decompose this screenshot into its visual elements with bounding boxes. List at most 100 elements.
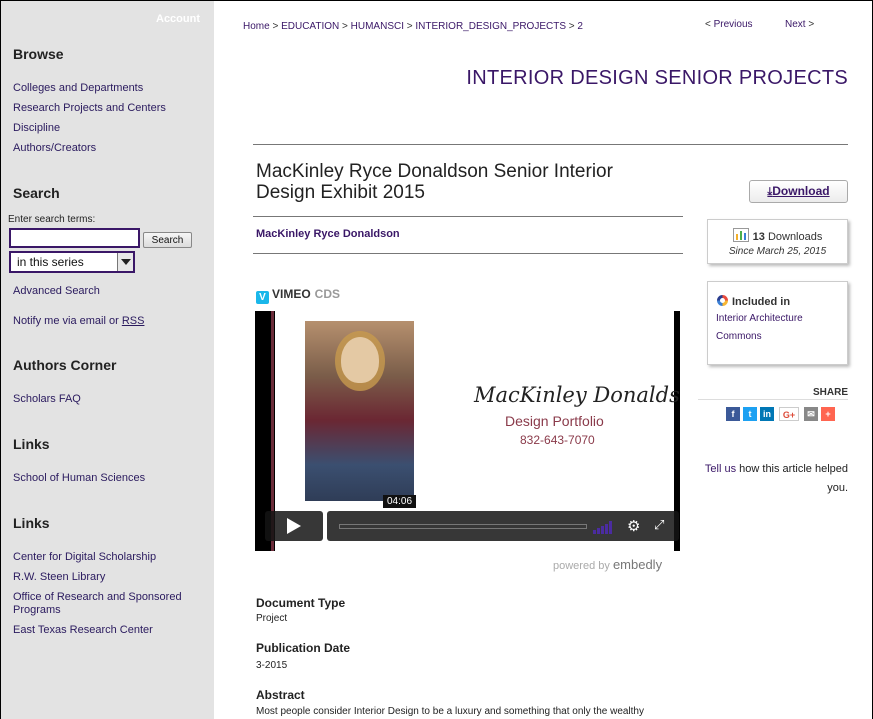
sidebar: Account Browse Colleges and Departments … bbox=[1, 1, 214, 719]
search-heading: Search bbox=[13, 185, 60, 201]
included-in-box: Included in Interior Architecture Common… bbox=[707, 281, 848, 365]
breadcrumb-home[interactable]: Home bbox=[243, 21, 270, 32]
vimeo-label: VIMEO bbox=[272, 287, 311, 301]
divider bbox=[253, 144, 848, 145]
card-phone: 832-643-7070 bbox=[520, 433, 595, 447]
next-link[interactable]: Next > bbox=[785, 19, 814, 30]
control-bar: 04:06 ⚙ ⤢ bbox=[327, 495, 679, 541]
breadcrumb-sep: > bbox=[406, 21, 413, 32]
browse-heading: Browse bbox=[13, 46, 64, 62]
sidebar-link-research[interactable]: Research Projects and Centers bbox=[13, 102, 166, 115]
doc-type-value: Project bbox=[256, 613, 288, 624]
search-scope-select[interactable]: in this series bbox=[9, 251, 135, 273]
more-share-icon[interactable]: + bbox=[821, 407, 835, 421]
previous-link[interactable]: < Previous bbox=[705, 19, 753, 30]
video-controls: 04:06 ⚙ ⤢ bbox=[265, 495, 679, 541]
next-label[interactable]: Next bbox=[785, 19, 806, 30]
downloads-word: Downloads bbox=[767, 231, 823, 243]
video-provider: V VIMEO CDS bbox=[256, 287, 340, 304]
bar-chart-icon bbox=[732, 228, 749, 242]
search-input[interactable] bbox=[9, 228, 140, 248]
commons-link[interactable]: Commons bbox=[716, 331, 762, 342]
search-label: Enter search terms: bbox=[8, 214, 96, 225]
previous-label[interactable]: Previous bbox=[714, 19, 753, 30]
interior-architecture-link[interactable]: Interior Architecture bbox=[716, 313, 803, 324]
downloads-count[interactable]: 13 Downloads bbox=[708, 228, 847, 243]
breadcrumb-education[interactable]: EDUCATION bbox=[281, 21, 339, 32]
twitter-icon[interactable]: t bbox=[743, 407, 757, 421]
video-timeline[interactable] bbox=[339, 524, 587, 529]
pub-date-value: 3-2015 bbox=[256, 660, 288, 671]
network-icon bbox=[717, 295, 728, 306]
divider bbox=[253, 216, 683, 217]
tell-us-rest: how this article helped you. bbox=[736, 463, 848, 494]
sidebar-link-research-office[interactable]: Office of Research and Sponsored Program… bbox=[13, 591, 203, 617]
chevron-down-icon[interactable] bbox=[117, 253, 133, 271]
play-button[interactable] bbox=[265, 511, 323, 541]
sidebar-link-colleges[interactable]: Colleges and Departments bbox=[13, 82, 143, 95]
vimeo-icon: V bbox=[256, 291, 269, 304]
abstract-label: Abstract bbox=[256, 688, 305, 702]
portrait-photo bbox=[305, 321, 414, 501]
linkedin-icon[interactable]: in bbox=[760, 407, 774, 421]
sidebar-link-discipline[interactable]: Discipline bbox=[13, 122, 60, 135]
links-heading-2: Links bbox=[13, 515, 50, 531]
breadcrumb-humansci[interactable]: HUMANSCI bbox=[351, 21, 404, 32]
powered-by-text: powered by bbox=[553, 560, 610, 572]
pub-date-label: Publication Date bbox=[256, 641, 351, 655]
volume-icon[interactable] bbox=[593, 520, 615, 534]
embedly-credit[interactable]: powered by embedly bbox=[553, 557, 662, 572]
tell-us-link[interactable]: Tell us bbox=[705, 463, 736, 475]
share-label: SHARE bbox=[812, 387, 848, 398]
notify-label: Notify me via email or bbox=[13, 315, 122, 327]
downloads-since: Since March 25, 2015 bbox=[728, 246, 827, 257]
included-in-title: Included in bbox=[716, 294, 790, 308]
downloads-box: 13 Downloads Since March 25, 2015 bbox=[707, 219, 848, 264]
time-tooltip: 04:06 bbox=[383, 495, 417, 508]
facebook-icon[interactable]: f bbox=[726, 407, 740, 421]
breadcrumb-sep: > bbox=[272, 21, 279, 32]
advanced-search-link[interactable]: Advanced Search bbox=[13, 285, 100, 298]
sidebar-link-steen-library[interactable]: R.W. Steen Library bbox=[13, 571, 105, 584]
card-name: MacKinley Donaldson bbox=[474, 383, 680, 407]
search-button[interactable]: Search bbox=[143, 232, 192, 248]
fullscreen-icon[interactable]: ⤢ bbox=[654, 517, 664, 533]
abstract-text: Most people consider Interior Design to … bbox=[256, 706, 644, 717]
gear-icon[interactable]: ⚙ bbox=[627, 517, 640, 535]
tell-us-text: Tell us how this article helped you. bbox=[688, 460, 848, 498]
series-title[interactable]: INTERIOR DESIGN SENIOR PROJECTS bbox=[466, 67, 848, 90]
account-link[interactable]: Account bbox=[156, 13, 200, 25]
sidebar-link-authors[interactable]: Authors/Creators bbox=[13, 142, 96, 155]
video-player[interactable]: MacKinley Donaldson Design Portfolio 832… bbox=[255, 311, 680, 551]
search-scope-value: in this series bbox=[17, 255, 84, 269]
embedly-logo: embedly bbox=[612, 557, 663, 572]
download-button[interactable]: ⤓Download bbox=[749, 180, 848, 203]
sidebar-link-scholars-faq[interactable]: Scholars FAQ bbox=[13, 393, 81, 406]
sidebar-link-digital-scholarship[interactable]: Center for Digital Scholarship bbox=[13, 551, 156, 564]
sidebar-link-human-sciences[interactable]: School of Human Sciences bbox=[13, 472, 145, 485]
article-title: MacKinley Ryce Donaldson Senior Interior… bbox=[256, 161, 613, 203]
page: Account Browse Colleges and Departments … bbox=[1, 1, 872, 719]
share-divider bbox=[698, 399, 848, 400]
rss-link[interactable]: RSS bbox=[122, 315, 145, 327]
breadcrumb-page[interactable]: 2 bbox=[577, 21, 583, 32]
next-arrow: > bbox=[808, 19, 815, 30]
doc-type-label: Document Type bbox=[256, 596, 346, 610]
included-in-label: Included in bbox=[732, 296, 791, 308]
breadcrumb-interior-design[interactable]: INTERIOR_DESIGN_PROJECTS bbox=[415, 21, 566, 32]
author-link[interactable]: MacKinley Ryce Donaldson bbox=[256, 228, 400, 240]
breadcrumb-sep: > bbox=[568, 21, 575, 32]
breadcrumb: Home > EDUCATION > HUMANSCI > INTERIOR_D… bbox=[243, 21, 583, 32]
download-label: Download bbox=[772, 184, 830, 198]
portrait-face bbox=[341, 337, 379, 383]
notify-text: Notify me via email or RSS bbox=[13, 315, 144, 328]
sidebar-link-east-texas[interactable]: East Texas Research Center bbox=[13, 624, 153, 637]
vimeo-cds-label: CDS bbox=[314, 287, 341, 301]
google-plus-icon[interactable]: G+ bbox=[779, 407, 799, 421]
authors-corner-heading: Authors Corner bbox=[13, 357, 117, 373]
divider bbox=[253, 253, 683, 254]
breadcrumb-sep: > bbox=[342, 21, 348, 32]
links-heading-1: Links bbox=[13, 436, 50, 452]
card-subtitle: Design Portfolio bbox=[505, 413, 604, 429]
email-icon[interactable]: ✉ bbox=[804, 407, 818, 421]
